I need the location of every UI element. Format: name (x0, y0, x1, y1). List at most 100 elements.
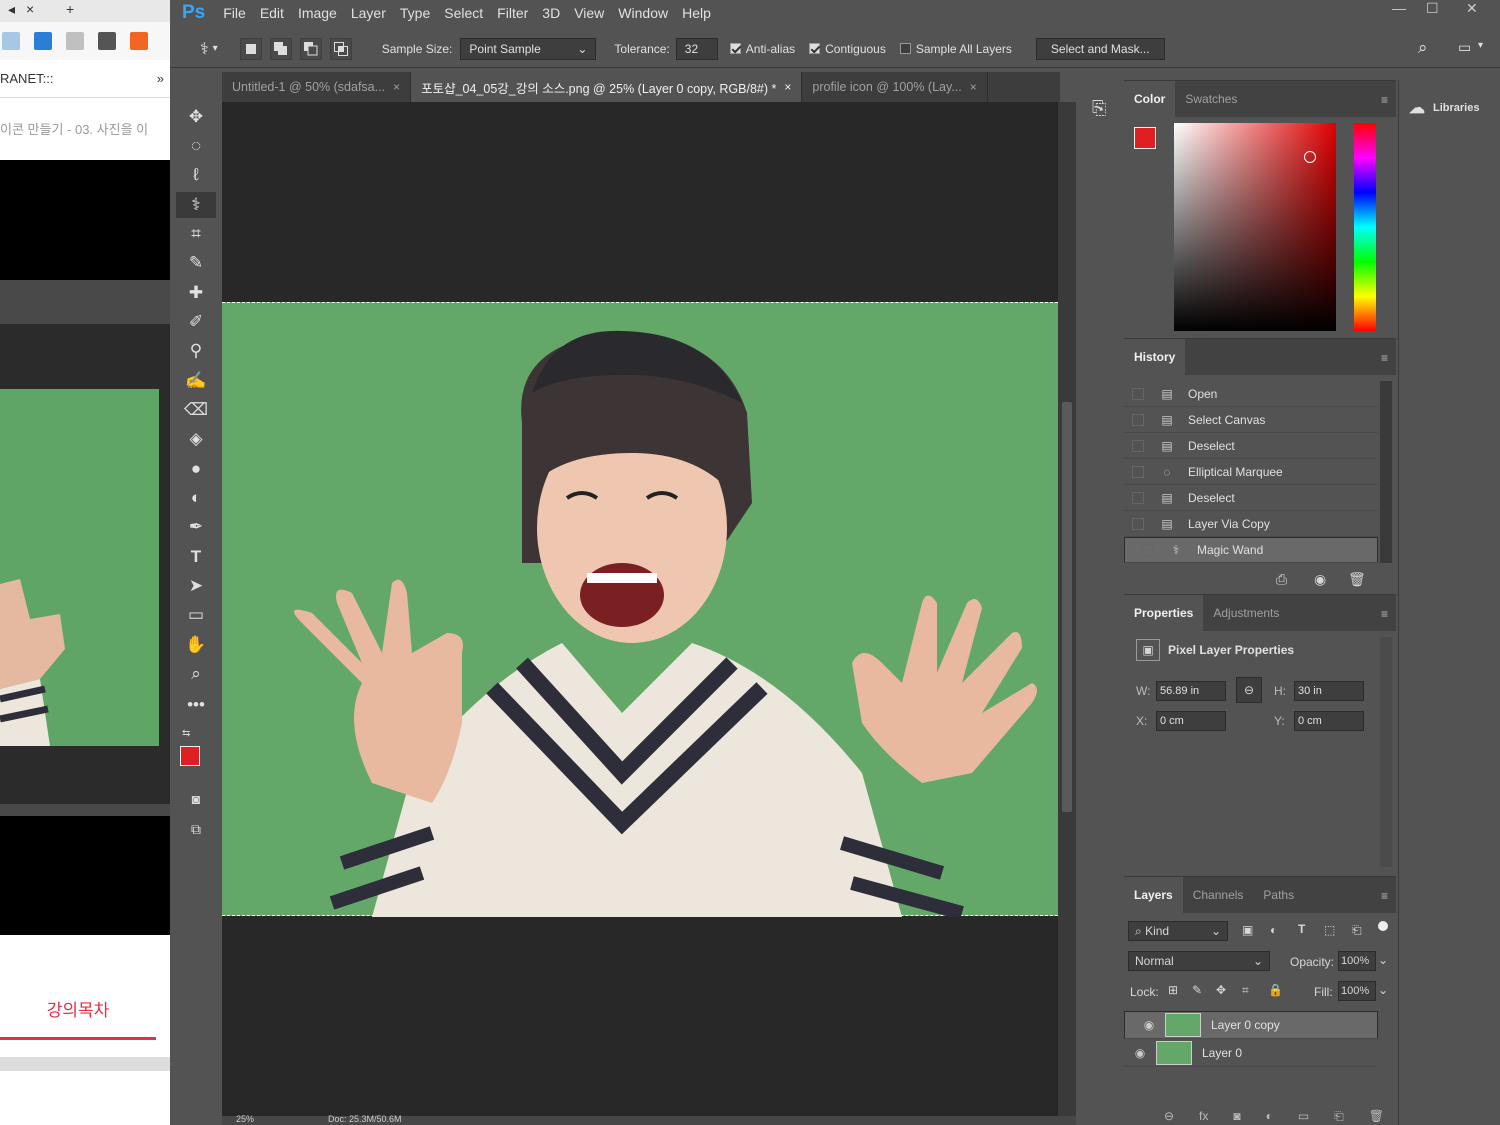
menu-layer[interactable]: Layer (351, 5, 386, 21)
lock-transparent-icon[interactable]: ⊞ (1168, 983, 1178, 997)
lock-artboard-icon[interactable]: ⌗ (1242, 983, 1249, 998)
sample-all-checkbox[interactable]: Sample All Layers (899, 42, 1012, 56)
history-scrollbar[interactable] (1380, 381, 1392, 563)
filter-shape-icon[interactable]: ⬚ (1324, 923, 1335, 937)
camera-icon[interactable]: ◉ (1314, 571, 1326, 588)
link-layers-icon[interactable]: ⊖ (1164, 1109, 1174, 1124)
doc-tab-lecture-source[interactable]: 포토샵_04_05강_강의 소스.png @ 25% (Layer 0 copy… (411, 72, 803, 102)
chevron-down-icon[interactable]: ▾ (213, 43, 218, 54)
eye-icon[interactable]: ◉ (1124, 1046, 1156, 1060)
workspace-icon[interactable]: ▭ (1458, 39, 1471, 56)
new-selection-icon[interactable] (239, 37, 262, 60)
magic-wand-preset-icon[interactable]: ⚕ (200, 39, 209, 59)
history-source-checkbox[interactable] (1132, 465, 1144, 478)
lock-position-icon[interactable]: ✥ (1216, 983, 1226, 997)
layer-row-selected[interactable]: ◉ Layer 0 copy (1124, 1011, 1378, 1039)
history-brush-tool-icon[interactable]: ✍ (176, 368, 216, 394)
sample-size-select[interactable]: Point Sample ⌄ (460, 37, 597, 60)
video-player[interactable] (0, 160, 170, 935)
hue-slider[interactable] (1354, 123, 1376, 331)
paint-bucket-tool-icon[interactable]: ◈ (176, 426, 216, 452)
select-and-mask-button[interactable]: Select and Mask... (1035, 37, 1165, 60)
download-icon[interactable] (34, 32, 52, 50)
screen-mode-icon[interactable]: ⧉ (176, 816, 216, 842)
adjustment-layer-icon[interactable]: ◐ (1266, 1109, 1273, 1124)
menu-window[interactable]: Window (618, 5, 668, 21)
lasso-tool-icon[interactable]: ℓ (176, 162, 216, 188)
panel-menu-icon[interactable]: ≡ (1381, 607, 1388, 621)
menu-help[interactable]: Help (682, 5, 711, 21)
eraser-tool-icon[interactable]: ⌫ (176, 397, 216, 423)
history-source-checkbox[interactable] (1132, 413, 1144, 426)
antialias-checkbox[interactable]: Anti-alias (729, 42, 795, 56)
minimize-icon[interactable]: — (1392, 0, 1406, 16)
lock-all-icon[interactable]: 🔒 (1268, 983, 1283, 997)
filter-pixel-icon[interactable]: ▣ (1242, 923, 1253, 937)
color-picker-ring[interactable] (1304, 151, 1316, 163)
panel-menu-icon[interactable]: ≡ (1381, 889, 1388, 903)
properties-scrollbar[interactable] (1380, 637, 1392, 867)
height-input[interactable]: 30 in (1294, 681, 1364, 701)
subtract-selection-icon[interactable] (299, 37, 322, 60)
tab-color[interactable]: Color (1124, 81, 1176, 117)
layer-row[interactable]: ◉ Layer 0 (1124, 1039, 1378, 1067)
pen-tool-icon[interactable]: ✒ (176, 514, 216, 540)
type-tool-icon[interactable]: T (176, 544, 216, 570)
more-tools-icon[interactable]: ••• (176, 692, 216, 718)
y-input[interactable]: 0 cm (1294, 711, 1364, 731)
zoom-tool-icon[interactable]: ⌕ (176, 661, 216, 687)
bookmark-printer-icon[interactable] (66, 32, 84, 50)
width-input[interactable]: 56.89 in (1156, 681, 1226, 701)
photo-layer[interactable] (222, 302, 1058, 920)
lock-image-icon[interactable]: ✎ (1192, 983, 1202, 997)
course-toc-tab[interactable]: 강의목차 (0, 980, 156, 1040)
history-item[interactable]: ▤ Open (1124, 381, 1378, 407)
close-icon[interactable]: × (784, 80, 791, 94)
fg-color-swatch[interactable] (1134, 127, 1156, 149)
filter-adjustment-icon[interactable]: ◐ (1270, 923, 1277, 937)
tab-close-button[interactable]: × (26, 1, 34, 17)
eyedropper-tool-icon[interactable]: ✎ (176, 250, 216, 276)
history-item-selected[interactable]: ⚕ Magic Wand (1124, 537, 1378, 563)
tab-adjustments[interactable]: Adjustments (1203, 595, 1289, 631)
crop-tool-icon[interactable]: ⌗ (176, 221, 216, 247)
filter-kind-select[interactable]: ⌕ Kind ⌄ (1128, 921, 1228, 941)
chevron-down-icon[interactable]: ⌄ (1378, 953, 1388, 967)
menu-image[interactable]: Image (298, 5, 337, 21)
magic-wand-tool-icon[interactable]: ⚕ (176, 192, 216, 218)
menu-type[interactable]: Type (400, 5, 430, 21)
eye-icon[interactable]: ◉ (1133, 1018, 1165, 1032)
quick-mask-icon[interactable]: ◙ (176, 786, 216, 812)
foreground-color-swatch[interactable] (180, 746, 200, 766)
tab-paths[interactable]: Paths (1253, 877, 1304, 913)
tab-layers[interactable]: Layers (1124, 877, 1183, 913)
brush-tool-icon[interactable]: ✐ (176, 309, 216, 335)
tab-channels[interactable]: Channels (1183, 877, 1254, 913)
menu-filter[interactable]: Filter (497, 5, 528, 21)
history-states-icon[interactable]: ⎘ (1092, 98, 1106, 119)
scrollbar-thumb[interactable] (1062, 402, 1072, 812)
filter-type-icon[interactable]: T (1298, 922, 1305, 936)
menu-3d[interactable]: 3D (542, 5, 560, 21)
color-field[interactable] (1174, 123, 1336, 331)
trash-icon[interactable]: 🗑 (1348, 571, 1366, 588)
panel-menu-icon[interactable]: ≡ (1381, 93, 1388, 107)
history-item[interactable]: ▤ Layer Via Copy (1124, 511, 1378, 537)
history-item[interactable]: ▤ Deselect (1124, 433, 1378, 459)
tab-history[interactable]: History (1124, 339, 1186, 375)
bookmark-image-icon[interactable] (2, 32, 20, 50)
rectangle-tool-icon[interactable]: ▭ (176, 602, 216, 628)
history-source-checkbox[interactable] (1132, 387, 1144, 400)
tab-swatches[interactable]: Swatches (1175, 81, 1247, 117)
history-item[interactable]: ▤ Deselect (1124, 485, 1378, 511)
tolerance-input[interactable]: 32 (675, 37, 718, 60)
close-icon[interactable]: ✕ (1466, 0, 1478, 17)
libraries-button[interactable]: ☁ Libraries (1409, 98, 1479, 118)
add-selection-icon[interactable] (269, 37, 292, 60)
blur-tool-icon[interactable]: ● (176, 456, 216, 482)
blend-mode-select[interactable]: Normal ⌄ (1128, 951, 1270, 971)
history-source-checkbox[interactable] (1141, 544, 1153, 556)
chevron-down-icon[interactable]: ▾ (1478, 40, 1483, 51)
group-folder-icon[interactable]: ▭ (1298, 1109, 1309, 1124)
layer-mask-icon[interactable]: ◙ (1233, 1109, 1240, 1124)
